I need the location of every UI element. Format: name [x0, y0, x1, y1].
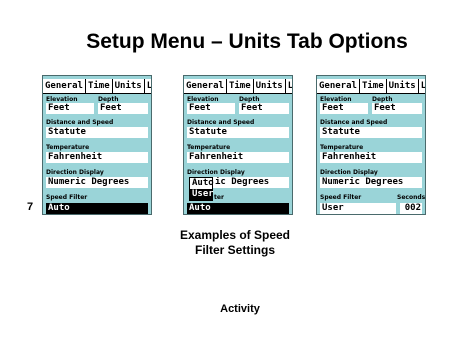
speed-filter-field[interactable]: Auto [46, 203, 148, 214]
speed-filter-popup: Auto User [189, 177, 214, 201]
temperature-label: Temperature [187, 144, 231, 151]
caption-line-1: Examples of Speed [179, 228, 291, 242]
tab-units[interactable]: Units [112, 79, 145, 93]
distance-speed-label: Distance and Speed [187, 119, 255, 126]
tab-units[interactable]: Units [386, 79, 419, 93]
seconds-label: Seconds [397, 194, 426, 201]
elevation-field[interactable]: Feet [320, 103, 368, 114]
temperature-field[interactable]: Fahrenheit [187, 152, 289, 163]
slide-title: Setup Menu – Units Tab Options [86, 30, 408, 53]
tab-bar: General Time Units L: [184, 79, 292, 94]
distance-speed-label: Distance and Speed [320, 119, 388, 126]
temperature-field[interactable]: Fahrenheit [320, 152, 422, 163]
depth-field[interactable]: Feet [98, 103, 148, 114]
elevation-label: Elevation [187, 96, 219, 103]
temperature-label: Temperature [46, 144, 90, 151]
speed-filter-field[interactable]: User [320, 203, 396, 214]
temperature-field[interactable]: Fahrenheit [46, 152, 148, 163]
depth-label: Depth [98, 96, 119, 103]
tab-location[interactable]: L: [286, 79, 292, 93]
tab-location[interactable]: L: [419, 79, 425, 93]
popup-option-user[interactable]: User [190, 189, 214, 200]
tab-time[interactable]: Time [86, 79, 113, 93]
elevation-label: Elevation [46, 96, 78, 103]
speed-filter-label: Speed Filter [320, 194, 362, 201]
caption: Examples of Speed Filter Settings [165, 228, 305, 258]
temperature-label: Temperature [320, 144, 364, 151]
gps-screen-user: General Time Units L: Elevation Depth Fe… [316, 75, 426, 215]
elevation-label: Elevation [320, 96, 352, 103]
direction-display-label: Direction Display [46, 169, 104, 176]
distance-speed-field[interactable]: Statute [187, 127, 289, 138]
direction-display-field[interactable]: Numeric Degrees [320, 177, 422, 188]
depth-field[interactable]: Feet [239, 103, 289, 114]
speed-filter-field[interactable]: Auto [187, 203, 289, 214]
activity-label: Activity [220, 303, 260, 315]
direction-display-field[interactable]: ic Degrees [213, 177, 289, 188]
tab-time[interactable]: Time [360, 79, 387, 93]
distance-speed-field[interactable]: Statute [46, 127, 148, 138]
tab-general[interactable]: General [317, 79, 360, 93]
tab-bar: General Time Units L: [43, 79, 151, 94]
depth-label: Depth [372, 96, 393, 103]
speed-filter-label: ter [214, 194, 224, 201]
elevation-field[interactable]: Feet [46, 103, 94, 114]
gps-screen-popup: General Time Units L: Elevation Depth Fe… [183, 75, 293, 215]
elevation-field[interactable]: Feet [187, 103, 235, 114]
tab-general[interactable]: General [184, 79, 227, 93]
speed-filter-label: Speed Filter [46, 194, 88, 201]
depth-label: Depth [239, 96, 260, 103]
caption-line-2: Filter Settings [194, 243, 275, 257]
seconds-field[interactable]: 002 [400, 203, 422, 214]
tab-general[interactable]: General [43, 79, 86, 93]
distance-speed-field[interactable]: Statute [320, 127, 422, 138]
tab-units[interactable]: Units [253, 79, 286, 93]
direction-display-field[interactable]: Numeric Degrees [46, 177, 148, 188]
tab-location[interactable]: L: [145, 79, 151, 93]
depth-field[interactable]: Feet [372, 103, 422, 114]
direction-display-label: Direction Display [187, 169, 245, 176]
slide-number: 7 [27, 201, 34, 213]
popup-option-auto[interactable]: Auto [190, 178, 214, 189]
tab-bar: General Time Units L: [317, 79, 425, 94]
tab-time[interactable]: Time [227, 79, 254, 93]
distance-speed-label: Distance and Speed [46, 119, 114, 126]
direction-display-label: Direction Display [320, 169, 378, 176]
gps-screen-auto: General Time Units L: Elevation Depth Fe… [42, 75, 152, 215]
